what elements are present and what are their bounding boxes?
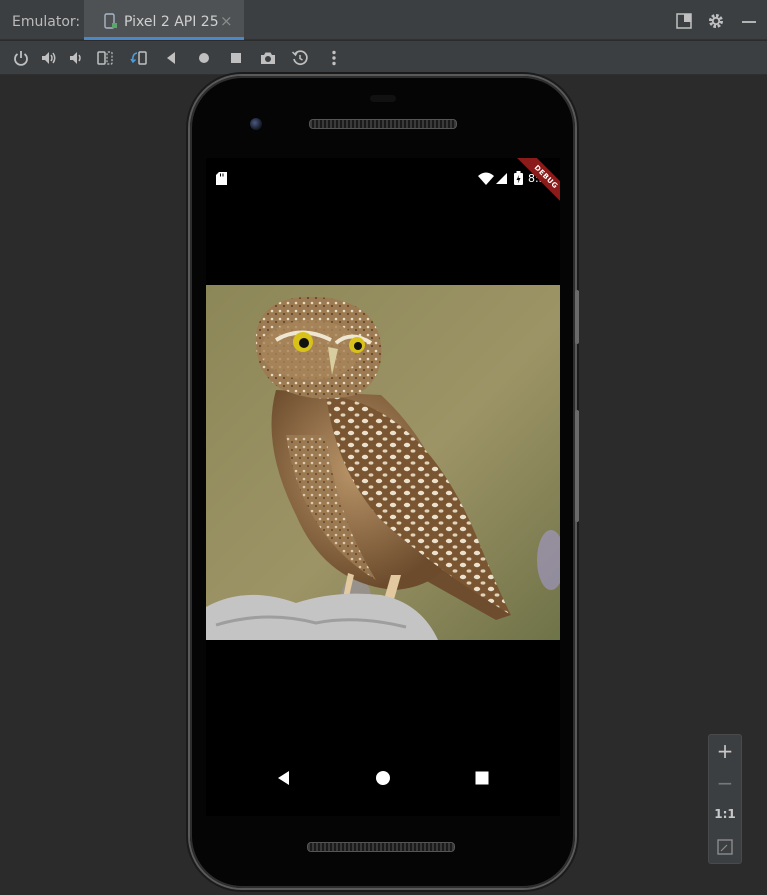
tab-title: Pixel 2 API 25: [124, 14, 219, 30]
zoom-out-button[interactable]: −: [709, 771, 741, 795]
volume-up-icon[interactable]: [40, 49, 58, 67]
signal-icon: [496, 173, 507, 184]
screenshot-icon[interactable]: [259, 49, 277, 67]
actual-size-button[interactable]: 1:1: [709, 807, 741, 821]
power-icon[interactable]: [12, 49, 30, 67]
nav-home-icon[interactable]: [373, 768, 393, 788]
owl-image: [206, 285, 560, 640]
overview-icon[interactable]: [227, 49, 245, 67]
minimize-icon[interactable]: [740, 12, 758, 30]
zoom-controls: + − 1:1: [708, 734, 742, 864]
rotate-left-icon[interactable]: [96, 49, 114, 67]
front-camera: [250, 118, 262, 130]
top-speaker-grille: [309, 119, 457, 129]
fit-screen-icon[interactable]: [717, 839, 733, 855]
device-screen[interactable]: 8:52 DEBUG: [206, 158, 560, 816]
close-tab-icon[interactable]: ×: [220, 12, 233, 30]
battery-icon: [514, 171, 523, 185]
nav-back-icon[interactable]: [274, 768, 294, 788]
power-key[interactable]: [575, 290, 579, 344]
tab-pixel-2-api-25[interactable]: Pixel 2 API 25 ×: [84, 0, 244, 40]
bottom-speaker-grille: [307, 842, 455, 852]
emulator-title-bar: Emulator: Pixel 2 API 25 ×: [0, 0, 767, 40]
back-icon[interactable]: [162, 49, 180, 67]
rotate-right-icon[interactable]: [130, 49, 148, 67]
volume-down-icon[interactable]: [67, 49, 85, 67]
device-icon: [104, 13, 117, 29]
status-bar: 8:52 DEBUG: [206, 158, 560, 211]
home-icon[interactable]: [195, 49, 213, 67]
navigation-bar: [206, 758, 560, 798]
volume-keys[interactable]: [575, 410, 579, 522]
earpiece-slot: [370, 95, 396, 102]
emulator-toolbar: [0, 41, 767, 75]
gear-icon[interactable]: [707, 12, 725, 30]
emulator-panel-label: Emulator:: [12, 14, 81, 30]
restore-layout-icon[interactable]: [675, 12, 693, 30]
more-icon[interactable]: [325, 49, 343, 67]
zoom-in-button[interactable]: +: [709, 739, 741, 763]
wifi-icon: [478, 172, 494, 185]
snapshot-icon[interactable]: [291, 49, 309, 67]
nav-recents-icon[interactable]: [472, 768, 492, 788]
sd-card-icon: [216, 172, 227, 185]
